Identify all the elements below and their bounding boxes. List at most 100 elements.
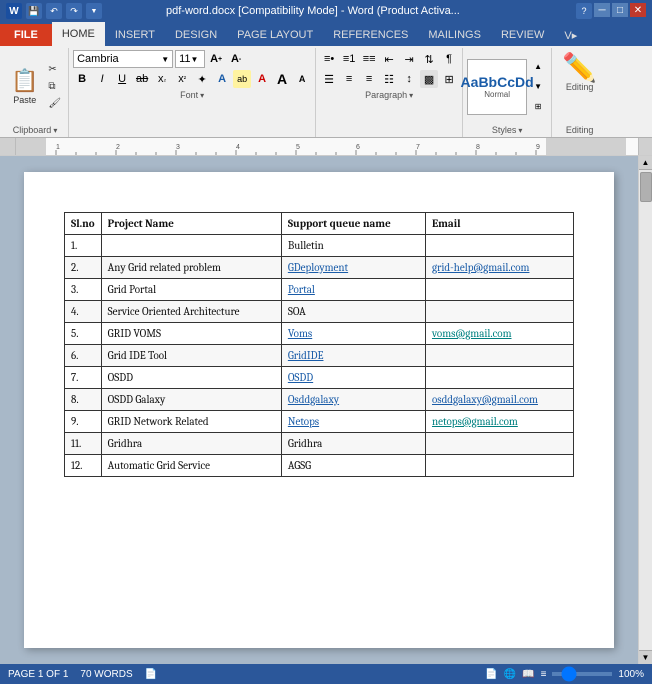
show-hide-button[interactable]: ¶	[440, 50, 458, 68]
strikethrough-button[interactable]: ab	[133, 70, 151, 88]
tab-more[interactable]: V▸	[554, 24, 587, 46]
tab-insert[interactable]: INSERT	[105, 24, 165, 46]
cell-slno: 8.	[65, 389, 102, 411]
cell-project: OSDD	[101, 367, 281, 389]
redo-icon[interactable]: ↷	[66, 3, 82, 19]
tab-references[interactable]: REFERENCES	[323, 24, 418, 46]
view-web-button[interactable]: 🌐	[504, 669, 516, 680]
cell-slno: 2.	[65, 257, 102, 279]
styles-content: AaBbCcDd Normal ▲ ▼ ⊞	[467, 50, 547, 123]
clipboard-expand-icon[interactable]: ▾	[53, 126, 57, 135]
italic-button[interactable]: I	[93, 70, 111, 88]
cell-email	[425, 433, 573, 455]
numbering-button[interactable]: ≡1	[340, 50, 358, 68]
table-row: 8.OSDD GalaxyOsddgalaxyosddgalaxy@gmail.…	[65, 389, 574, 411]
highlight-button[interactable]: ab	[233, 70, 251, 88]
font-color-button[interactable]: A	[253, 70, 271, 88]
ruler-side	[0, 138, 16, 155]
superscript-button[interactable]: x²	[173, 70, 191, 88]
copy-icon: ⧉	[48, 81, 55, 92]
save-icon[interactable]: 💾	[26, 3, 42, 19]
cut-button[interactable]: ✂	[45, 62, 64, 77]
cell-queue: Osddgalaxy	[281, 389, 425, 411]
paragraph-label: Paragraph ▾	[320, 90, 458, 100]
zoom-slider[interactable]	[552, 672, 612, 676]
tab-review[interactable]: REVIEW	[491, 24, 554, 46]
align-right-button[interactable]: ≡	[360, 70, 378, 88]
view-read-button[interactable]: 📖	[522, 669, 534, 680]
format-painter-button[interactable]: 🖌	[45, 96, 64, 111]
tab-file[interactable]: FILE	[0, 24, 52, 46]
tab-home[interactable]: HOME	[52, 22, 105, 46]
close-button[interactable]: ✕	[630, 3, 646, 17]
styles-down-button[interactable]: ▼	[529, 78, 547, 96]
cell-slno: 1.	[65, 235, 102, 257]
underline-button[interactable]: U	[113, 70, 131, 88]
align-left-button[interactable]: ☰	[320, 70, 338, 88]
editing-group: ✏️ Editing Editing	[552, 48, 607, 137]
copy-button[interactable]: ⧉	[45, 79, 64, 94]
line-spacing-button[interactable]: ↕	[400, 70, 418, 88]
styles-up-button[interactable]: ▲	[529, 58, 547, 76]
styles-gallery[interactable]: AaBbCcDd Normal	[467, 59, 527, 115]
shrink-font-button[interactable]: A-	[227, 50, 245, 68]
editing-group-label: Editing	[556, 125, 603, 135]
justify-button[interactable]: ☷	[380, 70, 398, 88]
language-icon[interactable]: 📄	[145, 669, 157, 680]
undo-icon[interactable]: ↶	[46, 3, 62, 19]
font-size-small-button[interactable]: A	[293, 70, 311, 88]
svg-text:9: 9	[536, 144, 540, 151]
svg-text:8: 8	[476, 144, 480, 151]
sort-button[interactable]: ⇅	[420, 50, 438, 68]
document-page: Sl.no Project Name Support queue name Em…	[24, 172, 614, 648]
col-header-email: Email	[425, 213, 573, 235]
status-bar: PAGE 1 OF 1 70 WORDS 📄 📄 🌐 📖 ≡ 100%	[0, 664, 652, 684]
table-row: 3.Grid PortalPortal	[65, 279, 574, 301]
data-table: Sl.no Project Name Support queue name Em…	[64, 212, 574, 477]
paste-icon: 📋	[11, 68, 38, 94]
tab-mailings[interactable]: MAILINGS	[418, 24, 491, 46]
cell-project: Gridhra	[101, 433, 281, 455]
table-row: 1.Bulletin	[65, 235, 574, 257]
paragraph-expand-icon[interactable]: ▾	[409, 91, 413, 100]
shading-button[interactable]: ▩	[420, 70, 438, 88]
customize-icon[interactable]: ▼	[86, 3, 102, 19]
clear-format-button[interactable]: ✦	[193, 70, 211, 88]
cell-project	[101, 235, 281, 257]
increase-indent-button[interactable]: ⇥	[400, 50, 418, 68]
tab-design[interactable]: DESIGN	[165, 24, 227, 46]
view-print-button[interactable]: 📄	[485, 669, 497, 680]
styles-expand-icon[interactable]: ▾	[518, 126, 522, 135]
align-center-button[interactable]: ≡	[340, 70, 358, 88]
styles-more-button[interactable]: ⊞	[529, 98, 547, 116]
view-draft-button[interactable]: ≡	[541, 669, 547, 680]
font-expand-icon[interactable]: ▾	[200, 91, 204, 100]
cell-slno: 7.	[65, 367, 102, 389]
font-size-large-button[interactable]: A	[273, 70, 291, 88]
scroll-thumb[interactable]	[640, 172, 652, 202]
bold-button[interactable]: B	[73, 70, 91, 88]
grow-font-button[interactable]: A+	[207, 50, 225, 68]
subscript-button[interactable]: x₂	[153, 70, 171, 88]
cell-email: osddgalaxy@gmail.com	[425, 389, 573, 411]
borders-button[interactable]: ⊞	[440, 70, 458, 88]
scroll-track[interactable]	[639, 170, 652, 650]
bullets-button[interactable]: ≡•	[320, 50, 338, 68]
text-effects-button[interactable]: A	[213, 70, 231, 88]
font-name-arrow: ▼	[161, 55, 169, 64]
scroll-down-button[interactable]: ▼	[639, 650, 652, 664]
content-area: Sl.no Project Name Support queue name Em…	[0, 156, 638, 664]
minimize-button[interactable]: ─	[594, 3, 610, 17]
restore-button[interactable]: □	[612, 3, 628, 17]
tab-page-layout[interactable]: PAGE LAYOUT	[227, 24, 323, 46]
table-row: 11.GridhraGridhra	[65, 433, 574, 455]
scroll-up-button[interactable]: ▲	[639, 156, 652, 170]
help-icon[interactable]: ?	[576, 3, 592, 19]
decrease-indent-button[interactable]: ⇤	[380, 50, 398, 68]
font-size-dropdown[interactable]: 11 ▼	[175, 50, 205, 68]
cell-slno: 11.	[65, 433, 102, 455]
paste-button[interactable]: 📋 Paste	[6, 65, 43, 108]
font-name-dropdown[interactable]: Cambria ▼	[73, 50, 173, 68]
font-name-row: Cambria ▼ 11 ▼ A+ A-	[73, 50, 311, 68]
multilevel-button[interactable]: ≡≡	[360, 50, 378, 68]
